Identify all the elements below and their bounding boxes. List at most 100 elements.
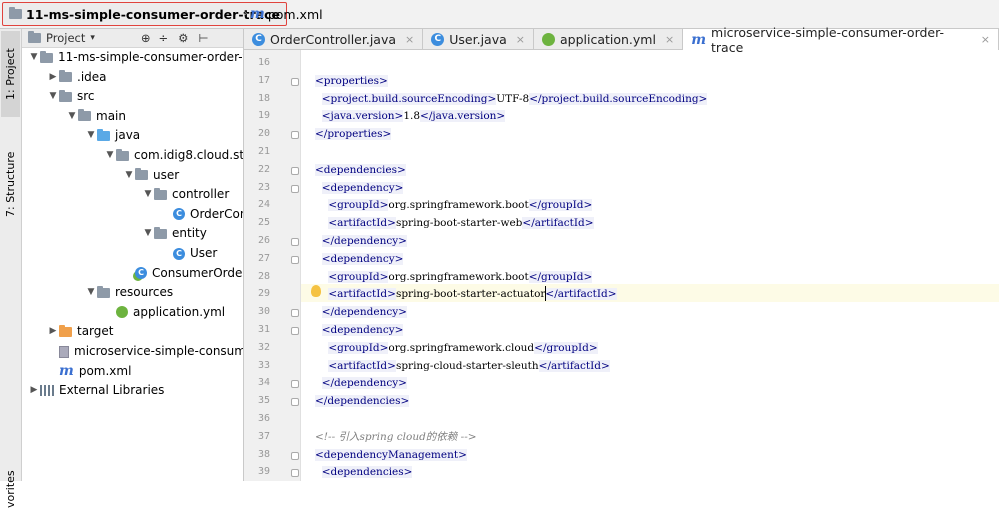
- expanded-chevron-icon[interactable]: ▼: [104, 146, 116, 165]
- tree-item[interactable]: ▼ entity: [142, 224, 207, 243]
- tool-tab-project[interactable]: 1: Project: [1, 31, 20, 117]
- collapsed-chevron-icon[interactable]: ▶: [28, 381, 40, 400]
- fold-marker-icon[interactable]: [291, 469, 299, 478]
- line-number: 37: [257, 430, 270, 442]
- close-tab-icon[interactable]: ×: [516, 33, 525, 46]
- xml-tag: <java.version>: [321, 110, 404, 123]
- tree-item-label: OrderCon: [190, 206, 243, 221]
- fold-marker-icon[interactable]: [291, 398, 299, 407]
- breadcrumb-file[interactable]: m pom.xml: [250, 4, 323, 24]
- tool-tab-structure[interactable]: 7: Structure: [1, 141, 20, 227]
- breadcrumb-separator-icon: ›: [243, 6, 248, 20]
- tree-item[interactable]: ▼ resources: [85, 283, 174, 302]
- line-number: 26: [257, 235, 270, 246]
- expanded-chevron-icon[interactable]: ▼: [85, 126, 97, 145]
- fold-marker-icon[interactable]: [291, 327, 299, 335]
- line-number: 34: [257, 377, 270, 389]
- expanded-chevron-icon[interactable]: ▼: [66, 107, 78, 126]
- expanded-chevron-icon[interactable]: ▼: [142, 185, 154, 204]
- tree-item[interactable]: ▶ target: [47, 322, 114, 341]
- fold-marker-icon[interactable]: [291, 309, 299, 318]
- tool-tab-favorites[interactable]: vorites: [1, 469, 20, 509]
- xml-tag: </dependency>: [321, 306, 407, 319]
- tree-item[interactable]: ▶ External Libraries: [28, 381, 165, 400]
- fold-marker-icon[interactable]: [291, 380, 299, 389]
- tree-item[interactable]: C ConsumerOrderA: [123, 264, 243, 283]
- xml-tag: <artifactId>: [328, 217, 396, 230]
- tree-item[interactable]: ▼ com.idig8.cloud.stuc: [104, 146, 243, 165]
- line-number: 22: [257, 163, 270, 175]
- tree-item[interactable]: microservice-simple-consumer: [47, 342, 243, 361]
- maven-icon: m: [59, 362, 74, 379]
- tree-item[interactable]: C User: [161, 244, 217, 263]
- expanded-chevron-icon[interactable]: ▼: [47, 87, 59, 106]
- tree-item[interactable]: ▼ src: [47, 87, 95, 106]
- line-number: 32: [257, 341, 270, 353]
- line-number: 30: [257, 306, 270, 318]
- line-number: 28: [257, 270, 270, 282]
- fold-marker-icon[interactable]: [291, 255, 299, 264]
- tree-item[interactable]: ▼ controller: [142, 185, 230, 204]
- fold-marker-icon[interactable]: [291, 77, 299, 86]
- code-line: <!-- 引入spring cloud的依赖 -->: [315, 428, 999, 446]
- code-editor[interactable]: <properties> <project.build.sourceEncodi…: [301, 50, 999, 481]
- code-line: </properties>: [315, 125, 999, 143]
- tool-tab-project-label: 1: Project: [4, 48, 17, 100]
- tree-item[interactable]: ▼ main: [66, 107, 126, 126]
- expanded-chevron-icon[interactable]: ▼: [142, 224, 154, 243]
- settings-gear-icon[interactable]: ⚙: [178, 31, 188, 45]
- intention-bulb-icon[interactable]: [311, 285, 321, 297]
- collapsed-chevron-icon[interactable]: ▶: [47, 68, 59, 87]
- xml-comment: <!-- 引入spring cloud的依赖 -->: [315, 430, 477, 443]
- tree-item[interactable]: ▼ 11-ms-simple-consumer-order-tra: [28, 48, 243, 67]
- xml-text: spring-boot-starter-actuator: [395, 288, 546, 301]
- project-view-selector[interactable]: Project: [46, 31, 85, 45]
- spring-config-icon: [116, 306, 128, 319]
- tree-item[interactable]: C OrderCon: [161, 205, 243, 224]
- tree-item-label: ConsumerOrderA: [152, 265, 243, 280]
- editor-tab-label: OrderController.java: [270, 31, 397, 47]
- xml-tag: </groupId>: [528, 270, 593, 283]
- editor-tab[interactable]: C OrderController.java ×: [244, 29, 424, 49]
- line-number: 21: [257, 146, 270, 157]
- tree-item[interactable]: m pom.xml: [47, 362, 131, 381]
- expanded-chevron-icon[interactable]: ▼: [123, 166, 135, 185]
- dropdown-icon[interactable]: ▾: [90, 33, 95, 43]
- xml-tag: <project.build.sourceEncoding>: [321, 92, 497, 105]
- tree-item[interactable]: application.yml: [104, 303, 225, 322]
- editor-tab[interactable]: m microservice-simple-consumer-order-trac…: [683, 25, 999, 55]
- xml-tag: </dependency>: [321, 235, 407, 247]
- close-tab-icon[interactable]: ×: [981, 33, 990, 46]
- fold-marker-icon[interactable]: [291, 184, 299, 193]
- xml-tag: </groupId>: [528, 199, 593, 212]
- collapse-all-icon[interactable]: ÷: [159, 31, 169, 45]
- xml-tag: <artifactId>: [328, 288, 396, 301]
- fold-marker-icon[interactable]: [291, 131, 299, 140]
- tree-item-label: main: [96, 108, 126, 123]
- expanded-chevron-icon[interactable]: ▼: [85, 283, 97, 302]
- fold-marker-icon[interactable]: [291, 166, 299, 175]
- locate-icon[interactable]: ⊕: [141, 31, 151, 45]
- tree-item[interactable]: ▶ .idea: [47, 68, 107, 87]
- fold-marker-icon[interactable]: [291, 238, 299, 246]
- collapsed-chevron-icon[interactable]: ▶: [47, 322, 59, 341]
- hide-panel-icon[interactable]: ⊢: [198, 31, 208, 45]
- fold-marker-icon[interactable]: [291, 451, 299, 460]
- close-tab-icon[interactable]: ×: [405, 33, 414, 46]
- close-tab-icon[interactable]: ×: [665, 33, 674, 46]
- line-number: 19: [257, 110, 270, 122]
- editor-tab-label: User.java: [449, 31, 507, 47]
- editor-tab[interactable]: application.yml ×: [534, 29, 684, 49]
- tree-item[interactable]: ▼ user: [123, 166, 180, 185]
- expanded-chevron-icon[interactable]: ▼: [28, 48, 40, 67]
- xml-tag: <groupId>: [328, 199, 389, 212]
- code-line: <artifactId>spring-boot-starter-web</art…: [315, 214, 999, 232]
- editor-tab[interactable]: C User.java ×: [423, 29, 534, 49]
- spring-config-icon: [541, 32, 555, 46]
- tree-item[interactable]: ▼ java: [85, 126, 141, 145]
